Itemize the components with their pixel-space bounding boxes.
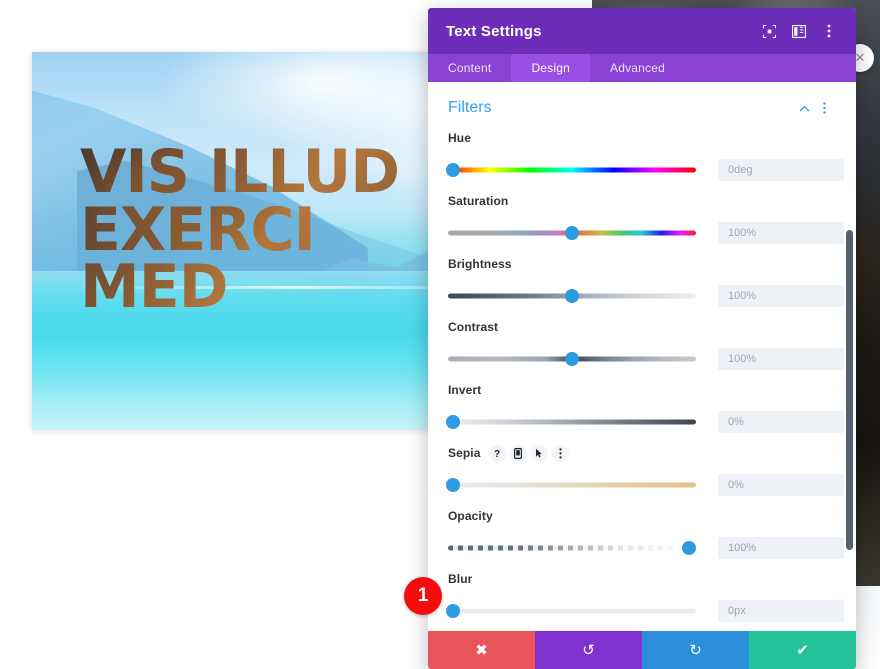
value-input-contrast[interactable]: 100% [718,348,844,370]
filters-section-title: Filters [448,99,492,116]
slider-hue[interactable] [445,163,696,177]
filter-row-hue: Hue 0deg [445,128,844,191]
slider-contrast[interactable] [448,352,696,366]
panel-more-options-icon[interactable] [816,18,842,44]
filter-label-brightness: Brightness [448,257,512,271]
filter-row-sepia: Sepia ? 0% [445,443,844,506]
filters-more-options-icon[interactable] [814,98,834,118]
filter-row-opacity: Opacity 100% [448,506,844,569]
settings-scroll-area[interactable]: Filters Hue 0deg Saturation 100% Brightn… [428,82,856,631]
modal-title: Text Settings [446,22,542,40]
filter-label-sepia: Sepia [448,446,481,460]
filter-row-invert: Invert 0% [445,380,844,443]
focus-mode-icon[interactable] [756,18,782,44]
chevron-up-icon[interactable] [794,98,814,118]
tab-design[interactable]: Design [511,54,590,82]
slider-track [448,167,696,173]
slider-saturation[interactable] [448,226,696,240]
filter-label-line: Sepia ? [448,443,834,463]
help-icon[interactable]: ? [488,444,506,462]
value-input-blur[interactable]: 0px [718,600,844,622]
slider-track [448,482,696,488]
slider-handle[interactable] [445,604,460,618]
filter-label-blur: Blur [448,572,473,586]
filter-control-contrast: 100% [448,348,844,370]
slider-handle[interactable] [565,226,579,240]
tab-content[interactable]: Content [428,54,511,82]
filter-row-contrast: Contrast 100% [448,317,844,380]
panel-scrollbar-thumb[interactable] [846,230,853,550]
svg-text:?: ? [494,449,500,459]
responsive-mobile-icon[interactable] [509,444,527,462]
value-input-invert[interactable]: 0% [718,411,844,433]
panel-scrollbar[interactable] [846,82,853,631]
modal-titlebar[interactable]: Text Settings [428,8,856,54]
value-input-opacity[interactable]: 100% [718,537,844,559]
filter-label-contrast: Contrast [448,320,499,334]
filter-label-line: Opacity [448,506,834,526]
redo-button[interactable]: ↻ [642,631,749,669]
value-input-hue[interactable]: 0deg [718,159,844,181]
close-icon: ✖ [475,642,488,659]
filter-label-icons: ? [488,444,573,462]
field-more-options-icon[interactable] [551,444,569,462]
save-button[interactable]: ✔ [749,631,856,669]
step-badge: 1 [404,577,442,615]
checkmark-icon: ✔ [796,642,809,659]
modal-body: Filters Hue 0deg Saturation 100% Brightn… [428,82,856,631]
filter-control-opacity: 100% [448,537,844,559]
filter-row-saturation: Saturation 100% [448,191,844,254]
filter-control-saturation: 100% [448,222,844,244]
slider-opacity[interactable] [448,541,696,555]
undo-icon: ↺ [582,642,595,659]
filter-control-sepia: 0% [445,474,844,496]
filter-control-brightness: 100% [448,285,844,307]
undo-button[interactable]: ↺ [535,631,642,669]
filter-label-opacity: Opacity [448,509,493,523]
cancel-button[interactable]: ✖ [428,631,535,669]
filter-label-invert: Invert [448,383,482,397]
modal-footer[interactable]: ✖ ↺ ↻ ✔ [428,631,856,669]
slider-handle[interactable] [565,289,579,303]
slider-handle[interactable] [445,163,460,177]
slider-track [448,545,696,551]
filter-row-blur: Blur 0px [445,569,844,631]
value-input-brightness[interactable]: 100% [718,285,844,307]
filter-row-brightness: Brightness 100% [448,254,844,317]
filter-label-line: Invert [448,380,834,400]
filter-label-line: Brightness [448,254,834,274]
modal-tabbar[interactable]: Content Design Advanced [428,54,856,82]
filter-control-invert: 0% [445,411,844,433]
slider-handle[interactable] [445,415,460,429]
hover-cursor-icon[interactable] [530,444,548,462]
slider-invert[interactable] [445,415,696,429]
slider-track [448,419,696,425]
value-input-sepia[interactable]: 0% [718,474,844,496]
filter-label-line: Hue [448,128,834,148]
slider-handle[interactable] [445,478,460,492]
panel-layout-icon[interactable] [786,18,812,44]
slider-handle[interactable] [681,541,696,555]
slider-blur[interactable] [445,604,696,618]
filter-label-saturation: Saturation [448,194,509,208]
slider-sepia[interactable] [445,478,696,492]
page-canvas: VIS ILLUD EXERCI MED ✕ Text Settings Con… [0,0,880,669]
value-input-saturation[interactable]: 100% [718,222,844,244]
text-settings-modal[interactable]: Text Settings Content Design Advanced Fi… [428,8,856,669]
slider-brightness[interactable] [448,289,696,303]
filters-section-header[interactable]: Filters [448,82,834,128]
slider-track [448,608,696,614]
filter-control-blur: 0px [445,600,844,622]
tab-advanced[interactable]: Advanced [590,54,685,82]
filter-label-line: Contrast [448,317,834,337]
filter-label-line: Saturation [448,191,834,211]
filter-control-hue: 0deg [445,159,844,181]
filter-label-line: Blur [448,569,834,589]
close-icon: ✕ [854,50,866,65]
redo-icon: ↻ [689,642,702,659]
filter-label-hue: Hue [448,131,471,145]
slider-handle[interactable] [565,352,579,366]
